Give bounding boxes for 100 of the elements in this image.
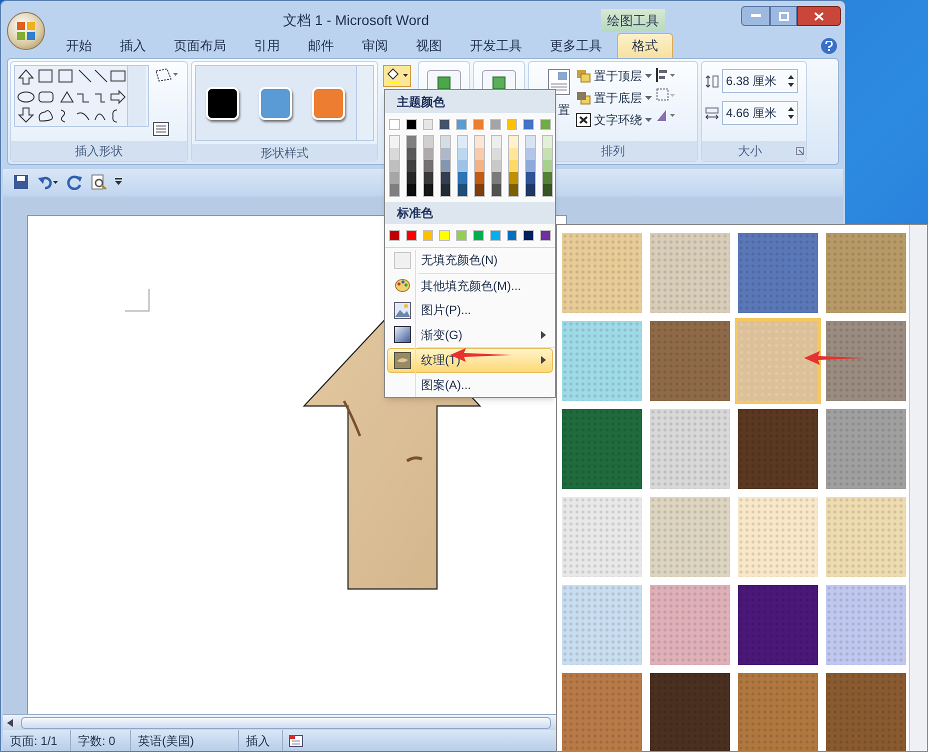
- none-fill-icon[interactable]: [394, 252, 411, 269]
- color-swatch[interactable]: [407, 136, 416, 148]
- color-swatch[interactable]: [506, 119, 518, 130]
- color-swatch[interactable]: [441, 160, 450, 172]
- texture-swatch[interactable]: [562, 321, 642, 401]
- arrange-button[interactable]: 置于底层: [576, 89, 652, 107]
- color-swatch[interactable]: [458, 172, 467, 184]
- ribbon-tab[interactable]: 更多工具: [537, 33, 615, 58]
- shape-style-swatch[interactable]: [259, 86, 292, 120]
- rotate-icon[interactable]: [656, 108, 676, 122]
- color-swatch[interactable]: [509, 160, 518, 172]
- texture-swatch[interactable]: [650, 673, 730, 751]
- color-swatch[interactable]: [406, 230, 417, 241]
- color-swatch[interactable]: [389, 119, 400, 130]
- page-count[interactable]: 页面: 1/1: [3, 730, 71, 751]
- save-icon[interactable]: [13, 174, 29, 190]
- color-swatch[interactable]: [509, 172, 518, 184]
- spinner-icon[interactable]: [788, 74, 794, 88]
- color-swatch[interactable]: [526, 160, 535, 172]
- minimize-button[interactable]: [741, 6, 770, 26]
- undo-icon[interactable]: [37, 174, 59, 190]
- texture-swatch[interactable]: [562, 673, 642, 751]
- color-swatch[interactable]: [441, 184, 450, 196]
- shape-height-icon[interactable]: [705, 74, 719, 88]
- color-swatch[interactable]: [441, 148, 450, 160]
- ribbon-tab[interactable]: 引用: [241, 33, 293, 58]
- color-swatch[interactable]: [456, 230, 467, 241]
- group-icon[interactable]: [656, 88, 676, 102]
- align-icon[interactable]: [656, 68, 676, 82]
- insert-mode-indicator[interactable]: 插入: [239, 730, 283, 751]
- color-swatch[interactable]: [543, 172, 552, 184]
- ribbon-tab[interactable]: 视图: [403, 33, 455, 58]
- texture-swatch[interactable]: [650, 585, 730, 665]
- text-box-icon[interactable]: [153, 122, 169, 136]
- color-swatch[interactable]: [540, 230, 551, 241]
- language-indicator[interactable]: 英语(美国): [131, 730, 239, 751]
- texture-swatch[interactable]: [738, 673, 818, 751]
- color-swatch[interactable]: [543, 148, 552, 160]
- arrange-button[interactable]: 文字环绕: [576, 111, 652, 129]
- texture-swatch[interactable]: [826, 321, 906, 401]
- texture-swatch[interactable]: [826, 233, 906, 313]
- color-swatch[interactable]: [439, 230, 450, 241]
- texture-swatch[interactable]: [826, 409, 906, 489]
- texture-swatch[interactable]: [650, 409, 730, 489]
- color-swatch[interactable]: [475, 184, 484, 196]
- texture-swatch[interactable]: [826, 585, 906, 665]
- color-swatch[interactable]: [509, 136, 518, 148]
- texture-swatch[interactable]: [562, 585, 642, 665]
- scroll-left-icon[interactable]: [7, 718, 13, 726]
- color-swatch[interactable]: [390, 172, 399, 184]
- ribbon-tab[interactable]: 开发工具: [457, 33, 535, 58]
- position-label[interactable]: 置: [558, 101, 570, 119]
- texture-swatch[interactable]: [650, 497, 730, 577]
- texture-swatch[interactable]: [650, 233, 730, 313]
- texture-swatch[interactable]: [738, 321, 818, 401]
- texture-swatch[interactable]: [826, 497, 906, 577]
- color-swatch[interactable]: [492, 160, 501, 172]
- color-swatch[interactable]: [389, 230, 400, 241]
- color-swatch[interactable]: [526, 148, 535, 160]
- ribbon-tab[interactable]: 邮件: [295, 33, 347, 58]
- color-swatch[interactable]: [458, 136, 467, 148]
- shape-height-field[interactable]: 6.38 厘米: [722, 69, 798, 93]
- texture-swatch[interactable]: [562, 409, 642, 489]
- edit-shape-icon[interactable]: [153, 67, 179, 83]
- color-swatch[interactable]: [390, 160, 399, 172]
- gradient-fill-icon[interactable]: [394, 326, 411, 344]
- shape-style-swatch[interactable]: [312, 86, 345, 120]
- dropdown-caret-icon[interactable]: [645, 118, 652, 122]
- gallery-scroll[interactable]: [127, 66, 146, 126]
- vertical-scrollbar[interactable]: [909, 225, 927, 751]
- texture-swatch[interactable]: [562, 233, 642, 313]
- shape-width-field[interactable]: 4.66 厘米: [722, 101, 798, 125]
- color-swatch[interactable]: [490, 119, 501, 130]
- color-swatch[interactable]: [543, 136, 552, 148]
- submenu-arrow-icon[interactable]: [541, 356, 546, 364]
- color-swatch[interactable]: [406, 119, 417, 130]
- word-count[interactable]: 字数: 0: [71, 730, 131, 751]
- arrange-button[interactable]: 置于顶层: [576, 67, 652, 85]
- color-swatch[interactable]: [509, 148, 518, 160]
- redo-icon[interactable]: [67, 174, 83, 190]
- color-swatch[interactable]: [540, 119, 551, 130]
- menu-item[interactable]: 渐变(G): [387, 322, 553, 347]
- ribbon-tab[interactable]: 格式: [617, 33, 673, 58]
- print-preview-icon[interactable]: [91, 174, 107, 190]
- menu-item[interactable]: 图案(A)...: [387, 372, 553, 397]
- office-button[interactable]: [7, 12, 45, 50]
- color-swatch[interactable]: [407, 160, 416, 172]
- layer-icon[interactable]: [576, 113, 591, 127]
- color-swatch[interactable]: [475, 136, 484, 148]
- texture-fill-icon[interactable]: [394, 352, 411, 369]
- customize-caret-icon[interactable]: [115, 178, 123, 186]
- color-swatch[interactable]: [424, 172, 433, 184]
- dropdown-caret-icon[interactable]: [645, 96, 652, 100]
- color-swatch[interactable]: [458, 148, 467, 160]
- dialog-launcher-icon[interactable]: [796, 147, 804, 155]
- color-swatch[interactable]: [424, 136, 433, 148]
- color-swatch[interactable]: [458, 184, 467, 196]
- macro-record-icon[interactable]: [289, 734, 303, 747]
- menu-item[interactable]: 其他填充颜色(M)...: [387, 274, 553, 298]
- color-swatch[interactable]: [441, 136, 450, 148]
